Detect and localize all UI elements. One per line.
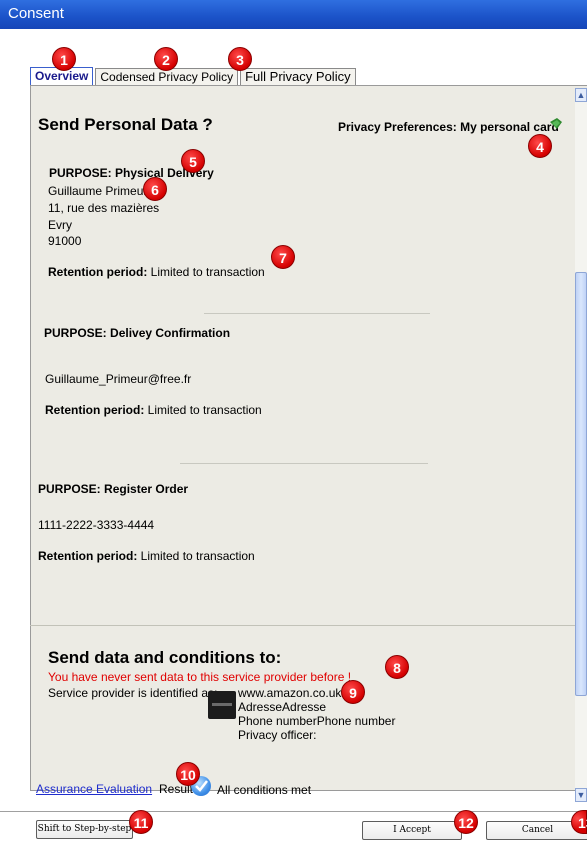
page-title: Send Personal Data ? xyxy=(38,115,213,134)
annotation-marker: 8 xyxy=(385,655,409,679)
data-line: 1111-2222-3333-4444 xyxy=(38,518,155,532)
window-title: Consent xyxy=(8,5,64,22)
data-line: Guillaume Primeur xyxy=(48,184,148,198)
annotation-marker: 9 xyxy=(341,680,365,704)
section-divider xyxy=(180,463,428,464)
send-conditions-title: Send data and conditions to: xyxy=(48,648,282,667)
tab-strip: Overview Codensed Privacy Policy Full Pr… xyxy=(30,67,358,85)
window-title-bar: Consent xyxy=(0,0,587,29)
privacy-preferences-label: Privacy Preferences: My personal card xyxy=(338,120,559,134)
annotation-marker: 7 xyxy=(271,245,295,269)
scrollbar-thumb[interactable] xyxy=(575,272,587,696)
provider-url: www.amazon.co.uk xyxy=(238,686,342,700)
annotation-marker: 3 xyxy=(228,47,252,71)
shift-step-by-step-button[interactable]: Shift to Step-by-step xyxy=(36,820,133,839)
accept-button[interactable]: I Accept xyxy=(362,821,462,840)
provider-logo xyxy=(208,691,236,719)
provider-details: www.amazon.co.uk AdresseAdresse Phone nu… xyxy=(238,686,395,742)
provider-phone: Phone numberPhone number xyxy=(238,714,396,728)
annotation-marker: 2 xyxy=(154,47,178,71)
section-divider xyxy=(204,313,430,314)
scroll-up-button[interactable]: ▲ xyxy=(575,88,587,102)
annotation-marker: 10 xyxy=(176,762,200,786)
purpose-heading: PURPOSE: Register Order xyxy=(38,482,189,496)
purpose-heading: PURPOSE: Delivey Confirmation xyxy=(44,326,231,340)
section-divider xyxy=(30,625,575,626)
data-line: 91000 xyxy=(48,234,82,248)
tab-full-privacy-policy[interactable]: Full Privacy Policy xyxy=(240,68,356,85)
data-line: 11, rue des mazières xyxy=(48,201,160,215)
data-line: Guillaume_Primeur@free.fr xyxy=(45,372,192,386)
annotation-marker: 5 xyxy=(181,149,205,173)
retention-period: Retention period: Limited to transaction xyxy=(48,265,265,279)
retention-period: Retention period: Limited to transaction xyxy=(45,403,262,417)
annotation-marker: 6 xyxy=(143,177,167,201)
conditions-status: All conditions met xyxy=(217,783,312,797)
purpose-name: Register Order xyxy=(104,482,189,496)
provider-privacy-officer: Privacy officer: xyxy=(238,728,317,742)
assurance-evaluation-link[interactable]: Assurance Evaluation xyxy=(36,782,152,796)
warning-message: You have never sent data to this service… xyxy=(48,670,352,684)
data-line: Evry xyxy=(48,218,72,232)
footer-divider xyxy=(0,811,587,812)
vertical-scrollbar[interactable]: ▲ ▼ xyxy=(575,88,587,802)
annotation-marker: 1 xyxy=(52,47,76,71)
provider-label: Service provider is identified as: xyxy=(48,686,218,700)
annotation-marker: 12 xyxy=(454,810,478,834)
annotation-marker: 4 xyxy=(528,134,552,158)
purpose-name: Delivey Confirmation xyxy=(110,326,231,340)
scroll-down-button[interactable]: ▼ xyxy=(575,788,587,802)
retention-period: Retention period: Limited to transaction xyxy=(38,549,255,563)
green-card-icon[interactable] xyxy=(548,116,564,132)
annotation-marker: 11 xyxy=(129,810,153,834)
provider-address: AdresseAdresse xyxy=(238,700,327,714)
